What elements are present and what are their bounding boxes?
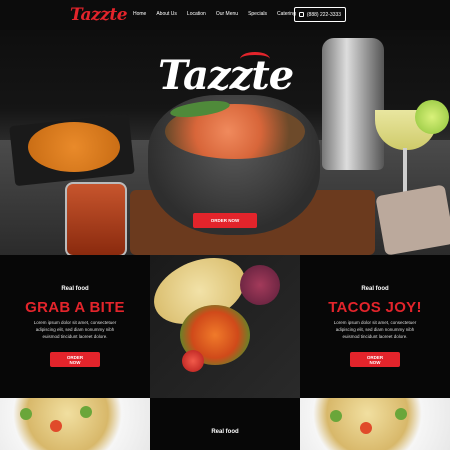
red-cabbage-image bbox=[240, 265, 280, 305]
hero-section: Tazzte ORDER NOW bbox=[0, 30, 450, 255]
hero-order-now-button[interactable]: ORDER NOW bbox=[193, 213, 257, 228]
nav-about-us[interactable]: About Us bbox=[156, 11, 177, 17]
hero-logo: Tazzte bbox=[158, 52, 294, 99]
topping bbox=[395, 408, 407, 420]
topping bbox=[20, 408, 32, 420]
phone-button[interactable]: (888) 222-3333 bbox=[294, 7, 346, 22]
topping bbox=[80, 406, 92, 418]
panel-description: Lorem ipsum dolor sit amet, consectetuer… bbox=[33, 320, 117, 339]
phone-icon bbox=[298, 12, 304, 17]
brand-logo[interactable]: Tazzte bbox=[70, 5, 128, 25]
cocktail-shaker-image bbox=[322, 38, 384, 170]
rice-image bbox=[28, 122, 120, 172]
topping bbox=[50, 420, 62, 432]
salsa-jar-image bbox=[65, 182, 127, 255]
site-header: Tazzte Home About Us Location Our Menu S… bbox=[0, 0, 450, 30]
panel-eyebrow: Real food bbox=[61, 286, 89, 292]
topping bbox=[330, 410, 342, 422]
nav-our-menu[interactable]: Our Menu bbox=[216, 11, 238, 17]
panel-description: Lorem ipsum dolor sit amet, consectetuer… bbox=[333, 320, 417, 339]
tacos-joy-order-button[interactable]: ORDER NOW bbox=[350, 352, 400, 367]
tomato-image bbox=[182, 350, 204, 372]
nav-location[interactable]: Location bbox=[187, 11, 206, 17]
panel-title: GRAB A BITE bbox=[25, 299, 125, 316]
grab-a-bite-panel: Real food GRAB A BITE Lorem ipsum dolor … bbox=[0, 255, 150, 398]
panel-eyebrow: Real food bbox=[211, 429, 239, 435]
nav-home[interactable]: Home bbox=[133, 11, 146, 17]
tacos-joy-panel: Real food TACOS JOY! Lorem ipsum dolor s… bbox=[300, 255, 450, 398]
taco-plate-image bbox=[150, 255, 300, 398]
topping bbox=[360, 422, 372, 434]
tostada-image-right bbox=[300, 398, 450, 450]
lime-slice-image bbox=[415, 100, 449, 134]
panel-eyebrow: Real food bbox=[361, 286, 389, 292]
main-nav: Home About Us Location Our Menu Specials… bbox=[133, 11, 296, 17]
third-panel: Real food bbox=[150, 398, 300, 450]
grab-a-bite-order-button[interactable]: ORDER NOW bbox=[50, 352, 100, 367]
tostada-image-left bbox=[0, 398, 150, 450]
logo-swoosh-icon bbox=[240, 52, 270, 66]
napkin-image bbox=[375, 184, 450, 255]
phone-number: (888) 222-3333 bbox=[306, 11, 342, 18]
panel-title: TACOS JOY! bbox=[328, 299, 422, 316]
nav-specials[interactable]: Specials bbox=[248, 11, 267, 17]
